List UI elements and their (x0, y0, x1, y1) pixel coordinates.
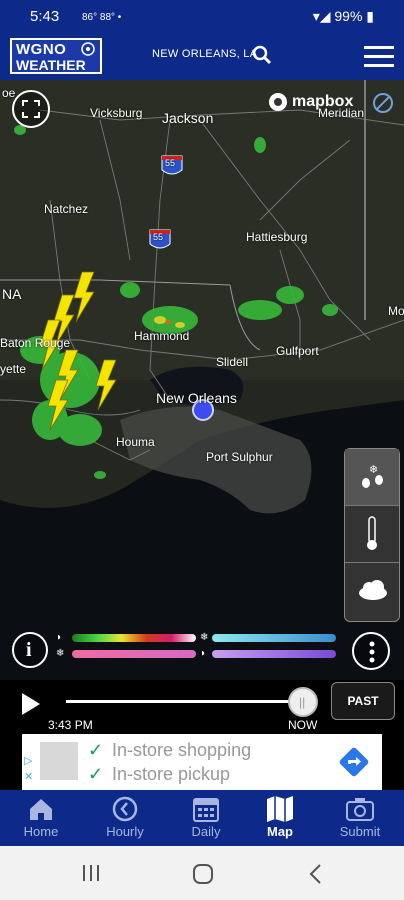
location-label[interactable]: NEW ORLEANS, LA (152, 48, 257, 60)
system-navigation-bar (0, 846, 404, 900)
timeline-start-time: 3:43 PM (48, 718, 93, 732)
map-label-na: NA (2, 286, 22, 302)
search-icon[interactable] (252, 45, 272, 65)
map-icon (267, 796, 293, 822)
map-label-new-orleans: New Orleans (156, 390, 237, 406)
layer-panel: ❄ (344, 448, 400, 622)
interstate-label: 55 (165, 158, 176, 168)
status-battery: ▾◢ 99% ▮ (312, 8, 374, 24)
map-label-mo: Mo (388, 304, 404, 318)
precip-legend: ◗ ❄ ❄ ◗ (56, 632, 336, 668)
map-label-hattiesburg: Hattiesburg (246, 230, 308, 244)
info-circle-icon[interactable] (372, 92, 394, 114)
nav-daily[interactable]: Daily (166, 790, 246, 846)
map-label-slidell: Slidell (216, 355, 249, 369)
map-label-baton-rouge: Baton Rouge (0, 336, 71, 350)
status-bar: 5:43 86° 88° • ▾◢ 99% ▮ (0, 0, 404, 34)
expand-icon (22, 100, 40, 118)
sleet-legend-icon: ◗ (200, 648, 207, 659)
nav-map[interactable]: Map (240, 790, 320, 846)
ad-line2: In-store pickup (112, 764, 231, 784)
network-logo-icon (81, 42, 95, 56)
recents-icon[interactable] (80, 864, 102, 882)
map-label-gulfport: Gulfport (276, 344, 319, 358)
map-label-port-sulphur: Port Sulphur (206, 450, 273, 464)
back-icon[interactable] (308, 863, 324, 885)
map-label-houma: Houma (116, 435, 155, 449)
logo-line2: WEATHER (16, 57, 86, 73)
precip-icon: ❄ (362, 464, 383, 488)
radar-layer-button[interactable]: ❄ (345, 449, 399, 506)
timeline-track[interactable] (66, 700, 302, 703)
timeline-now-label: NOW (288, 718, 318, 732)
battery-icon: ▮ (362, 8, 374, 24)
nav-hourly[interactable]: Hourly (85, 790, 165, 846)
svg-text:❄: ❄ (369, 464, 378, 476)
directions-icon[interactable] (338, 746, 370, 778)
map-label-jackson: Jackson (162, 110, 214, 126)
camera-icon (346, 798, 374, 821)
thermometer-icon (367, 516, 377, 550)
home-button-icon[interactable] (192, 863, 214, 885)
home-icon (30, 799, 52, 820)
cloud-icon (359, 580, 387, 600)
past-button[interactable]: PAST (331, 682, 395, 720)
rain-scale-bar (72, 634, 196, 642)
ad-choices-icon[interactable]: ▷ (24, 754, 32, 767)
mapbox-logo-icon (269, 93, 287, 111)
logo-line1: WGNO (16, 41, 67, 58)
check-icon: ✓ (88, 740, 104, 760)
info-icon: i (26, 639, 32, 661)
more-vertical-icon (369, 641, 375, 663)
radar-map[interactable]: oe Vicksburg Jackson Meridian Natchez Ha… (0, 80, 404, 680)
nav-home[interactable]: Home (1, 790, 81, 846)
bottom-navigation: Home Hourly Daily Map Submit (0, 790, 404, 846)
cloud-layer-button[interactable] (345, 563, 399, 620)
radar-timeline: || 3:43 PM NOW PAST (0, 680, 404, 734)
calendar-icon (193, 798, 219, 822)
app-header: WGNO WEATHER NEW ORLEANS, LA (0, 34, 404, 80)
snow-legend-icon: ❄ (56, 648, 65, 659)
legend-info-button[interactable]: i (12, 632, 48, 668)
mix-scale-bar (72, 650, 196, 658)
status-time: 5:43 (30, 8, 60, 25)
map-label-yette: yette (0, 362, 27, 376)
ice-scale-bar (212, 650, 336, 658)
timeline-handle[interactable]: || (288, 687, 318, 717)
fullscreen-button[interactable] (12, 90, 50, 128)
play-icon[interactable] (20, 692, 42, 716)
map-label-vicksburg: Vicksburg (90, 106, 143, 120)
nav-submit[interactable]: Submit (320, 790, 400, 846)
advertisement-banner[interactable]: ▷ ✕ ✓ In-store shopping ✓ In-store picku… (22, 734, 382, 790)
more-options-button[interactable] (352, 632, 390, 670)
ice-legend-icon: ❄ (200, 632, 209, 643)
interstate-label: 55 (153, 232, 164, 242)
menu-icon[interactable] (364, 45, 394, 67)
app-logo[interactable]: WGNO WEATHER (10, 38, 102, 74)
check-icon: ✓ (88, 764, 104, 784)
mapbox-attribution[interactable]: mapbox (268, 92, 364, 114)
ad-close-icon[interactable]: ✕ (24, 770, 33, 783)
signal-icon: ▾◢ (312, 8, 335, 24)
rain-legend-icon: ◗ (56, 632, 63, 643)
temperature-layer-button[interactable] (345, 506, 399, 563)
snow-scale-bar (212, 634, 336, 642)
ad-image[interactable] (40, 742, 78, 780)
map-label-hammond: Hammond (134, 329, 190, 343)
status-temps: 86° 88° • (82, 12, 122, 23)
ad-line1: In-store shopping (112, 740, 252, 760)
clock-icon (112, 796, 138, 822)
map-label-natchez: Natchez (44, 202, 89, 216)
map-label: oe (2, 86, 16, 100)
